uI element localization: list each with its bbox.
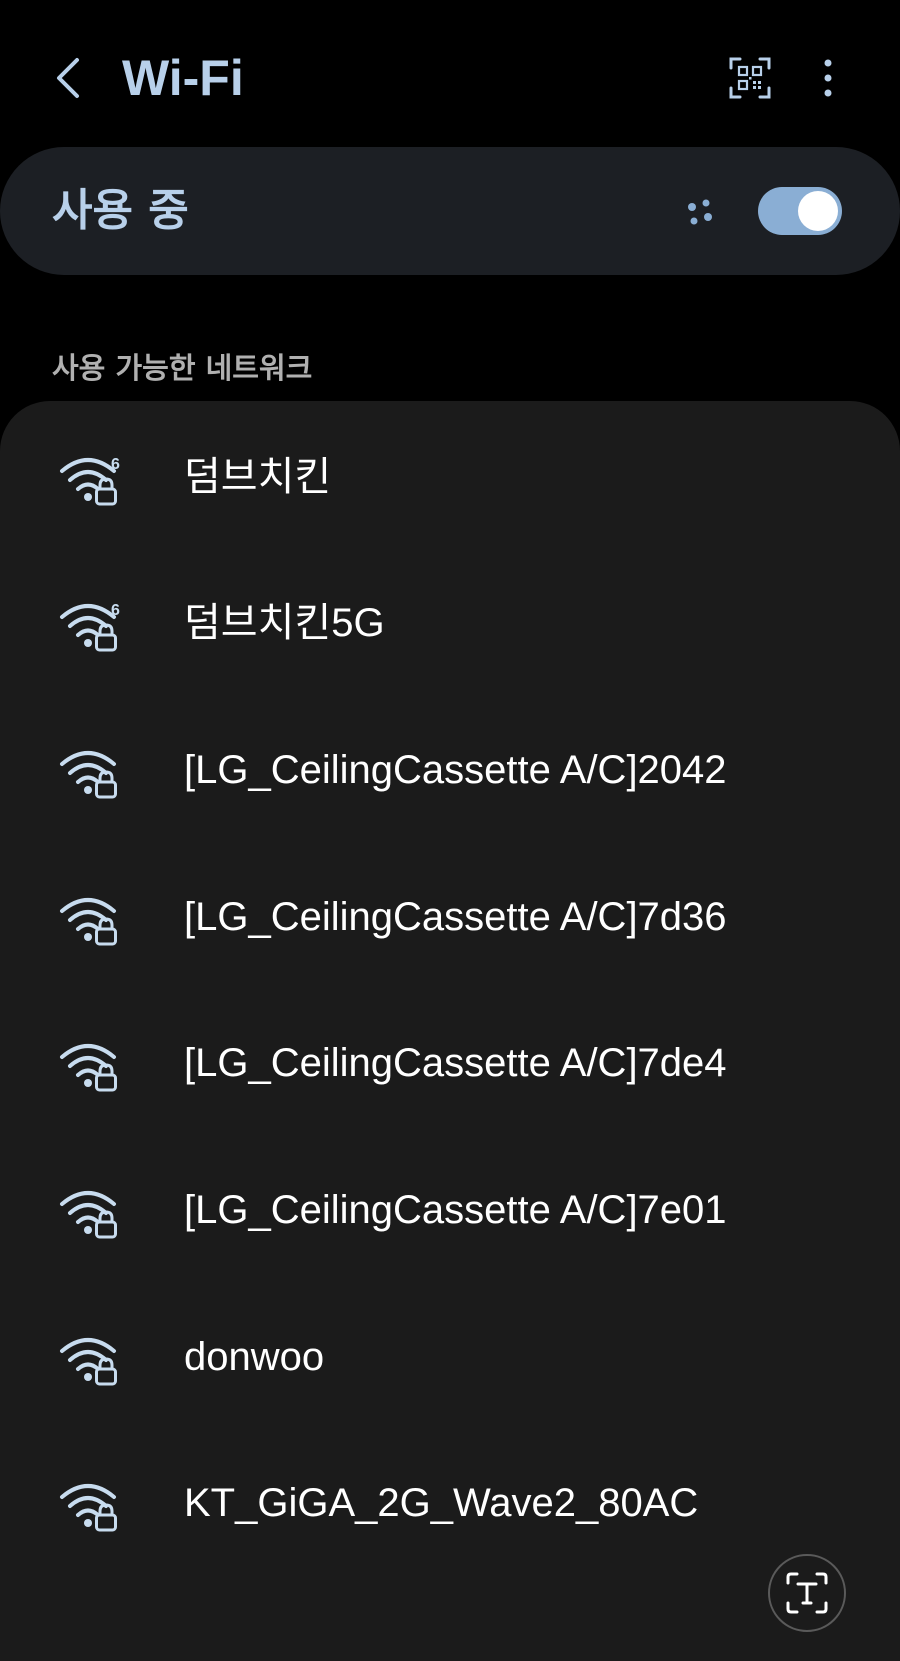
network-ssid: 덤브치킨5G <box>184 601 385 645</box>
network-ssid: 덤브치킨 <box>184 455 332 499</box>
wifi-lock-icon: 6 <box>60 602 120 652</box>
text-extract-button[interactable] <box>768 1554 846 1632</box>
wifi-lock-icon <box>60 1338 117 1386</box>
wifi-lock-icon <box>60 1191 117 1239</box>
network-ssid: [LG_CeilingCassette A/C]7e01 <box>184 1188 727 1232</box>
network-row[interactable]: donwoo <box>0 1281 900 1434</box>
wifi-lock-icon <box>60 1484 117 1532</box>
network-row[interactable]: 6 덤브치킨5G <box>0 547 900 700</box>
back-button[interactable] <box>44 48 92 108</box>
lock-icon <box>95 477 117 506</box>
app-bar: Wi-Fi <box>0 0 900 150</box>
network-ssid: [LG_CeilingCassette A/C]7d36 <box>184 895 727 939</box>
lock-icon <box>95 1210 117 1239</box>
more-vertical-icon <box>824 59 832 97</box>
network-row[interactable]: 6 덤브치킨 <box>0 401 900 554</box>
network-row[interactable]: [LG_CeilingCassette A/C]7de4 <box>0 987 900 1140</box>
network-list: 6 덤브치킨 6 덤브치킨5G [LG_CeilingCassette A/C]… <box>0 401 900 1661</box>
network-ssid: [LG_CeilingCassette A/C]2042 <box>184 748 727 792</box>
network-ssid: KT_GiGA_2G_Wave2_80AC <box>184 1481 699 1525</box>
lock-icon <box>95 623 117 652</box>
toggle-knob <box>798 191 838 231</box>
wifi-lock-icon <box>60 898 117 946</box>
lock-icon <box>95 1357 117 1386</box>
page-title: Wi-Fi <box>122 50 244 106</box>
lock-icon <box>95 1503 117 1532</box>
chevron-left-icon <box>57 58 79 98</box>
network-row[interactable]: KT_GiGA_2G_Wave2_80AC <box>0 1427 900 1580</box>
wifi-lock-icon <box>60 751 117 799</box>
network-row[interactable]: [LG_CeilingCassette A/C]2042 <box>0 694 900 847</box>
available-networks-header: 사용 가능한 네트워크 <box>52 351 313 385</box>
wifi-lock-icon: 6 <box>60 456 120 506</box>
wifi-toggle[interactable] <box>758 187 842 235</box>
wifi-generation-label: 6 <box>111 456 120 473</box>
wifi-master-switch-row[interactable]: 사용 중 <box>0 147 900 275</box>
wifi-generation-label: 6 <box>111 602 120 619</box>
text-extract-icon <box>786 1572 828 1614</box>
wifi-lock-icon <box>60 1044 117 1092</box>
network-ssid: donwoo <box>184 1335 325 1379</box>
network-row[interactable]: [LG_CeilingCassette A/C]7e01 <box>0 1134 900 1287</box>
wifi-status-label: 사용 중 <box>52 185 189 236</box>
network-ssid: [LG_CeilingCassette A/C]7de4 <box>184 1041 727 1085</box>
lock-icon <box>95 770 117 799</box>
qr-code-button[interactable] <box>724 52 776 104</box>
more-options-button[interactable] <box>806 52 850 104</box>
lock-icon <box>95 917 117 946</box>
network-row[interactable]: [LG_CeilingCassette A/C]7d36 <box>0 841 900 994</box>
scanning-dots-icon <box>688 199 712 225</box>
qr-code-scan-icon <box>729 57 771 99</box>
lock-icon <box>95 1063 117 1092</box>
